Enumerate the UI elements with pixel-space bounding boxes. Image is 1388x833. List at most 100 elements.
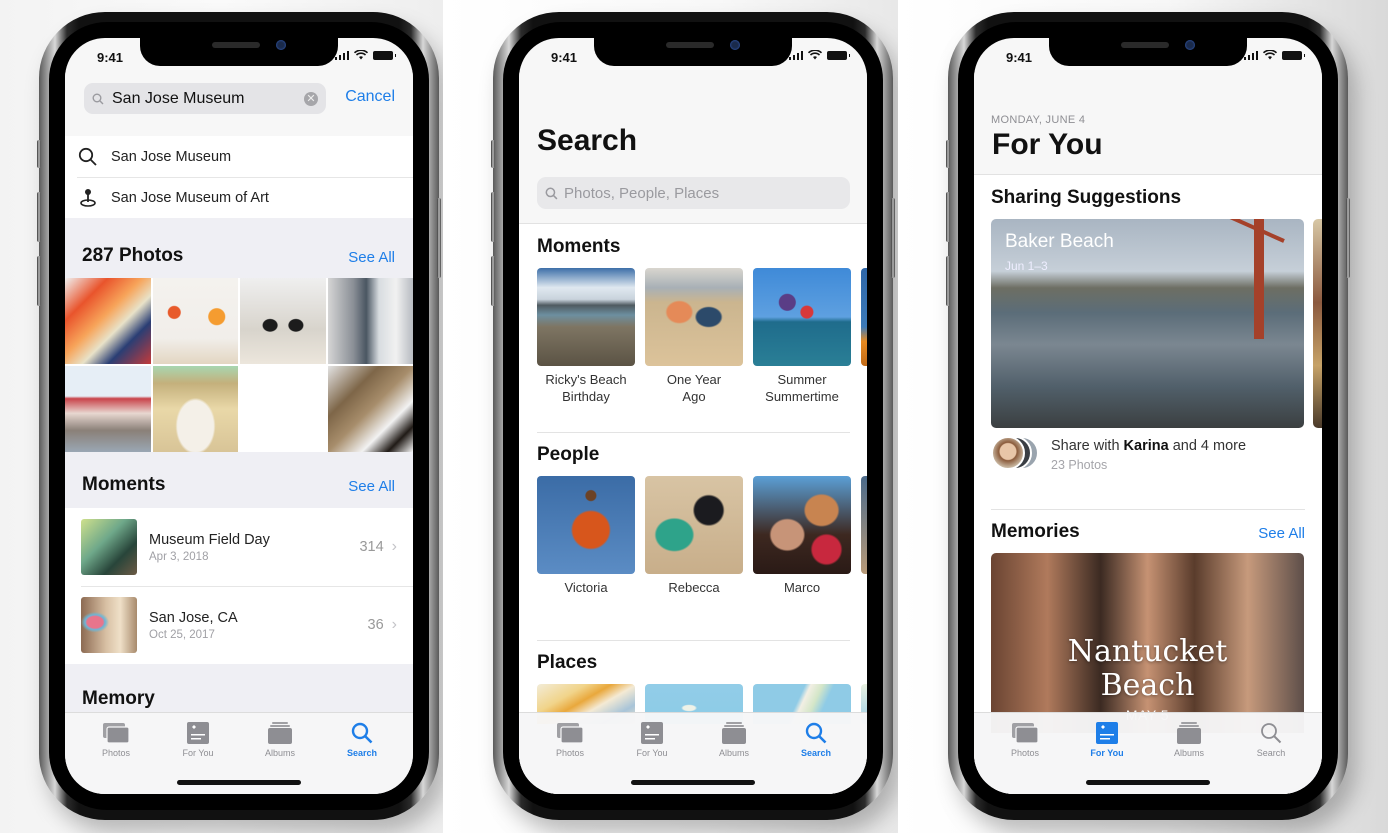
volume-down-button	[37, 256, 41, 306]
moment-caption-line2: Summertime	[765, 389, 839, 404]
next-suggestion-peek[interactable]	[1313, 219, 1322, 428]
front-camera	[1185, 40, 1195, 50]
for-you-icon	[641, 722, 663, 744]
moments-row: Ricky's Beach Birthday One Year Ago Summer…	[537, 268, 867, 405]
moment-title: Museum Field Day	[149, 531, 270, 548]
home-indicator[interactable]	[631, 780, 755, 785]
moment-card[interactable]: One Year Ago	[645, 268, 743, 405]
photo-grid	[65, 278, 413, 452]
tab-for-you[interactable]: For You	[1067, 721, 1147, 758]
sharing-suggestion-card[interactable]: Baker Beach Jun 1–3	[991, 219, 1304, 428]
tab-search[interactable]: Search	[776, 721, 856, 758]
search-input-value: San Jose Museum	[112, 89, 245, 107]
search-input[interactable]: San Jose Museum ✕	[84, 83, 326, 114]
wifi-icon	[354, 50, 368, 60]
share-suggestion-row[interactable]: Share with Karina and 4 more 23 Photos	[991, 434, 1322, 474]
tab-photos[interactable]: Photos	[985, 721, 1065, 758]
card-title: Baker Beach	[1005, 231, 1114, 252]
suggestion-item[interactable]: San Jose Museum of Art	[65, 177, 413, 218]
photos-section-header: 287 Photos See All	[65, 218, 413, 278]
tab-albums[interactable]: Albums	[240, 721, 320, 758]
person-card-peek[interactable]	[861, 476, 867, 596]
photo-thumbnail[interactable]	[327, 366, 413, 452]
tab-label: Albums	[264, 748, 295, 758]
home-indicator[interactable]	[177, 780, 301, 785]
moment-card[interactable]: Summer Summertime	[753, 268, 851, 405]
photos-icon	[557, 723, 584, 744]
moment-thumbnail	[81, 519, 137, 575]
places-section-title: Places	[537, 652, 598, 673]
moment-caption-line2: Ago	[682, 389, 706, 404]
search-body: Moments Ricky's Beach Birthday One Year Ag…	[519, 224, 867, 794]
tab-label: For You	[1090, 748, 1124, 758]
photo-thumbnail[interactable]	[65, 278, 151, 364]
battery-icon	[827, 51, 850, 60]
search-icon	[351, 722, 373, 744]
person-card[interactable]: Rebecca	[645, 476, 743, 596]
person-card[interactable]: Marco	[753, 476, 851, 596]
search-input[interactable]: Photos, People, Places	[537, 177, 850, 209]
section-divider	[537, 432, 850, 433]
tab-bar: Photos For You Albums Search	[974, 712, 1322, 794]
moment-thumbnail	[81, 597, 137, 653]
tab-search[interactable]: Search	[322, 721, 402, 758]
see-all-photos-link[interactable]: See All	[348, 249, 395, 266]
screen: 9:41 Search Photos, People, Places Momen…	[519, 38, 867, 794]
tab-label: Search	[800, 748, 832, 758]
photo-thumbnail[interactable]	[240, 278, 326, 364]
clear-search-button[interactable]: ✕	[304, 91, 318, 106]
tab-photos[interactable]: Photos	[76, 721, 156, 758]
moment-card-peek[interactable]	[861, 268, 867, 405]
tab-albums[interactable]: Albums	[1149, 721, 1229, 758]
moment-caption-line1: Summer	[777, 372, 827, 387]
albums-icon	[268, 722, 292, 744]
memory-title: Nantucket Beach	[1067, 634, 1228, 703]
status-time: 9:41	[97, 50, 124, 65]
section-title: Moments	[82, 474, 166, 495]
person-image	[537, 476, 635, 574]
suggestion-item[interactable]: San Jose Museum	[65, 136, 413, 177]
mute-switch	[491, 140, 495, 168]
moment-row[interactable]: San Jose, CA Oct 25, 2017 36 ›	[65, 586, 413, 664]
volume-down-button	[946, 256, 950, 306]
notch	[140, 38, 338, 66]
search-header: San Jose Museum ✕ Cancel	[65, 72, 413, 136]
cancel-button[interactable]: Cancel	[345, 88, 395, 106]
moment-row[interactable]: Museum Field Day Apr 3, 2018 314 ›	[65, 508, 413, 586]
tab-label: For You	[182, 748, 214, 758]
people-section-title: People	[537, 444, 600, 465]
albums-icon	[1177, 722, 1201, 744]
suggestion-label: San Jose Museum	[111, 148, 232, 165]
screen: 9:41 MONDAY, JUNE 4 For You Sharing Sugg…	[974, 38, 1322, 794]
see-all-moments-link[interactable]: See All	[348, 478, 395, 495]
person-name: Victoria	[564, 580, 608, 595]
albums-icon	[722, 722, 746, 744]
photo-thumbnail[interactable]	[152, 366, 238, 452]
search-icon	[78, 147, 97, 166]
moment-card[interactable]: Ricky's Beach Birthday	[537, 268, 635, 405]
battery-icon	[1282, 51, 1305, 60]
photo-thumbnail[interactable]	[152, 278, 238, 364]
tab-search[interactable]: Search	[1231, 721, 1311, 758]
panel-search-results: 9:41 San Jose Museum ✕ Cancel San Jose M…	[0, 0, 443, 833]
photo-thumbnail[interactable]	[240, 366, 326, 452]
tab-albums[interactable]: Albums	[694, 721, 774, 758]
share-with-text: Share with Karina and 4 more	[1051, 438, 1247, 454]
see-all-memories-link[interactable]: See All	[1258, 525, 1305, 542]
chevron-right-icon: ›	[391, 538, 397, 555]
person-card[interactable]: Victoria	[537, 476, 635, 596]
memories-title: Memories	[991, 521, 1080, 542]
moments-list: Museum Field Day Apr 3, 2018 314 › San J…	[65, 508, 413, 664]
photo-thumbnail[interactable]	[327, 278, 413, 364]
tab-for-you[interactable]: For You	[612, 721, 692, 758]
volume-up-button	[491, 192, 495, 242]
photos-icon	[103, 723, 130, 744]
tab-photos[interactable]: Photos	[530, 721, 610, 758]
memory-card[interactable]: NantucketBeach MAY 5	[991, 553, 1304, 733]
search-icon	[1261, 723, 1282, 744]
home-indicator[interactable]	[1086, 780, 1210, 785]
wifi-icon	[1263, 50, 1277, 60]
tab-for-you[interactable]: For You	[158, 721, 238, 758]
moment-image	[753, 268, 851, 366]
photo-thumbnail[interactable]	[65, 366, 151, 452]
